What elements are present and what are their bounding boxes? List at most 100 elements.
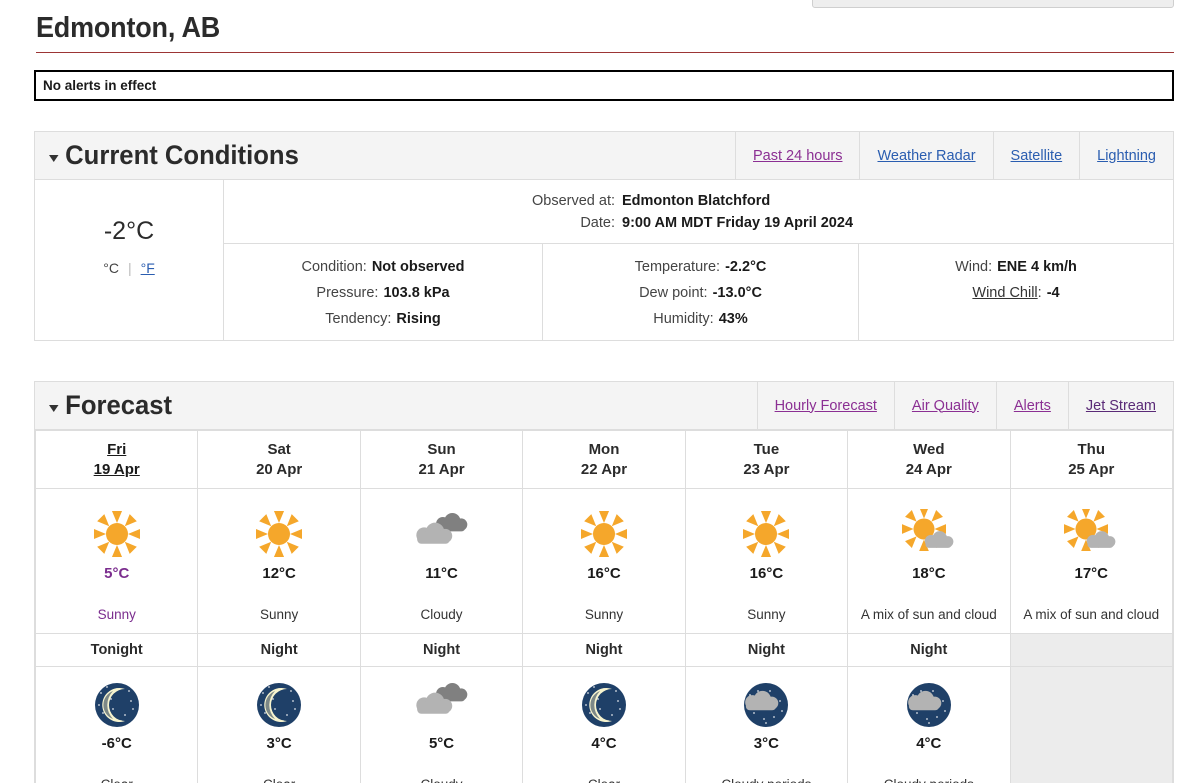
condition-value: Not observed [371, 259, 465, 275]
current-conditions-link-weather-radar[interactable]: Weather Radar [859, 131, 992, 180]
forecast-night-cell-mon[interactable]: 4°C Clear [522, 666, 686, 783]
forecast-heading[interactable]: Forecast [49, 390, 172, 421]
wind-value: ENE 4 km/h [997, 259, 1077, 275]
temperature-value: -2.2°C [725, 259, 767, 275]
pressure-value: 103.8 kPa [383, 285, 450, 301]
current-conditions-header: Current Conditions Past 24 hours Weather … [35, 131, 1173, 180]
forecast-link-air-quality[interactable]: Air Quality [893, 381, 996, 430]
cloudy-icon [362, 677, 521, 733]
forecast-date-thu: 25 Apr [1068, 460, 1115, 478]
forecast-day-header-sat: Sat 20 Apr [197, 430, 361, 489]
forecast-day-header-tue: Tue 23 Apr [684, 430, 849, 489]
forecast-night-cell-sun[interactable]: 5°C Cloudy [359, 666, 524, 783]
observed-at-row: Observed at: Edmonton Blatchford [224, 190, 1173, 212]
forecast-night-header-fri: Tonight [34, 633, 199, 667]
forecast-weekday-fri: Fri [107, 440, 127, 458]
forecast-date-fri: 19 Apr [93, 460, 140, 478]
forecast-links: Hourly Forecast Air Quality Alerts Jet Stre… [756, 381, 1173, 430]
forecast-day-header-fri[interactable]: Fri 19 Apr [34, 430, 199, 489]
condition-columns: Condition: Not observed Pressure: 103.8 kPa… [224, 244, 1173, 340]
condition-row: Temperature: -2.2°C [543, 254, 858, 280]
alert-banner: No alerts in effect [34, 70, 1174, 101]
scrolled-panel-stub [812, 0, 1174, 8]
forecast-day-condition-tue: Sunny [747, 606, 786, 622]
current-conditions-link-satellite[interactable]: Satellite [992, 131, 1080, 180]
condition-column-wind: Wind: ENE 4 km/h Wind Chill: -4 [858, 244, 1173, 340]
forecast-day-temp-tue: 16°C [749, 564, 784, 582]
forecast-day-temp-wed: 18°C [912, 564, 946, 582]
forecast-day-condition-sun: Cloudy [420, 606, 463, 622]
forecast-weekday-mon: Mon [588, 440, 620, 458]
forecast-night-temp-fri: -6°C [101, 735, 132, 752]
unit-fahrenheit-link[interactable]: °F [141, 260, 155, 276]
current-conditions-link-lightning[interactable]: Lightning [1079, 131, 1173, 180]
forecast-day-condition-mon: Sunny [584, 606, 624, 622]
unit-celsius-current: °C [103, 260, 119, 276]
observation-date-row: Date: 9:00 AM MDT Friday 19 April 2024 [224, 212, 1173, 234]
forecast-night-condition-fri: Clear [37, 777, 196, 783]
current-conditions-link-past-24-hours[interactable]: Past 24 hours [735, 131, 859, 180]
humidity-value: 43% [718, 311, 748, 327]
current-temperature-block: -2°C °C | °F [35, 180, 224, 340]
current-conditions-links: Past 24 hours Weather Radar Satellite Light… [735, 131, 1173, 180]
forecast-night-cell-tue[interactable]: 3°C Cloudy periods [684, 666, 849, 783]
forecast-date-wed: 24 Apr [905, 460, 952, 478]
forecast-night-cell-wed[interactable]: 4°C Cloudy periods [847, 666, 1011, 783]
forecast-day-condition-fri: Sunny [97, 606, 136, 622]
forecast-day-condition-sat: Sunny [259, 606, 299, 622]
title-divider [36, 52, 1174, 53]
forecast-link-alerts[interactable]: Alerts [995, 381, 1068, 430]
forecast-night-temp-sun: 5°C [428, 735, 455, 752]
forecast-table: Fri 19 Apr Sat 20 Apr Sun 21 Apr Mon 22 Apr Tue 2… [34, 430, 1174, 783]
condition-label: Condition: [301, 259, 367, 275]
forecast-day-cell-mon[interactable]: 16°C Sunny [522, 488, 686, 634]
forecast-night-temp-sat: 3°C [266, 735, 292, 752]
forecast-link-jet-stream[interactable]: Jet Stream [1067, 381, 1173, 430]
night-clear-icon [37, 677, 196, 733]
sunny-icon [524, 507, 683, 563]
forecast-day-cell-thu[interactable]: 17°C A mix of sun and cloud [1009, 488, 1174, 634]
night-cloudy-icon [849, 677, 1008, 733]
forecast-day-condition-wed: A mix of sun and cloud [860, 606, 997, 622]
humidity-label: Humidity: [653, 311, 714, 327]
current-conditions-details: Observed at: Edmonton Blatchford Date: 9… [224, 180, 1173, 340]
condition-row: Tendency: Rising [224, 306, 542, 332]
tendency-label: Tendency: [325, 311, 392, 327]
observation-date-label: Date: [580, 215, 615, 231]
wind-chill-link[interactable]: Wind Chill [972, 285, 1037, 301]
wind-chill-label[interactable]: Wind Chill: [972, 280, 1041, 306]
wind-label: Wind: [955, 259, 993, 275]
forecast-night-condition-tue: Cloudy periods [687, 777, 846, 783]
forecast-night-header-wed: Night [847, 633, 1011, 667]
current-temperature: -2°C [103, 217, 155, 245]
sunny-icon [199, 507, 358, 563]
forecast-day-cell-sun[interactable]: 11°C Cloudy [359, 488, 524, 634]
forecast-night-header-row: Tonight Night Night Night Night Night [34, 633, 1174, 667]
forecast-night-temp-wed: 4°C [916, 735, 942, 752]
dew-point-value: -13.0°C [712, 285, 762, 301]
page-title: Edmonton, AB [36, 12, 221, 44]
wind-row: Wind: ENE 4 km/h [859, 254, 1173, 280]
pressure-label: Pressure: [316, 285, 379, 301]
forecast-night-header-mon: Night [522, 633, 686, 667]
chevron-down-icon[interactable] [49, 155, 59, 162]
wind-row: Wind Chill: -4 [859, 280, 1173, 306]
observed-at-value: Edmonton Blatchford [622, 193, 771, 209]
forecast-day-cell-sat[interactable]: 12°C Sunny [197, 488, 361, 634]
unit-separator: | [127, 260, 132, 276]
forecast-title: Forecast [65, 390, 173, 420]
chevron-down-icon[interactable] [49, 405, 59, 412]
tendency-value: Rising [396, 311, 441, 327]
forecast-night-cell-fri[interactable]: -6°C Clear [34, 666, 199, 783]
forecast-day-cell-tue[interactable]: 16°C Sunny [684, 488, 849, 634]
forecast-link-hourly-forecast[interactable]: Hourly Forecast [756, 381, 894, 430]
forecast-day-temp-sun: 11°C [425, 564, 458, 582]
current-conditions-heading[interactable]: Current Conditions [49, 140, 299, 171]
forecast-night-cell-sat[interactable]: 3°C Clear [197, 666, 361, 783]
current-conditions-body: -2°C °C | °F Observed at: Edmonton Blatc… [35, 180, 1173, 340]
forecast-day-cell-fri[interactable]: 5°C Sunny [34, 488, 199, 634]
forecast-day-header-thu: Thu 25 Apr [1009, 430, 1174, 489]
forecast-night-header-sat: Night [197, 633, 361, 667]
condition-column-middle: Temperature: -2.2°C Dew point: -13.0°C Humid… [542, 244, 858, 340]
forecast-day-cell-wed[interactable]: 18°C A mix of sun and cloud [847, 488, 1011, 634]
